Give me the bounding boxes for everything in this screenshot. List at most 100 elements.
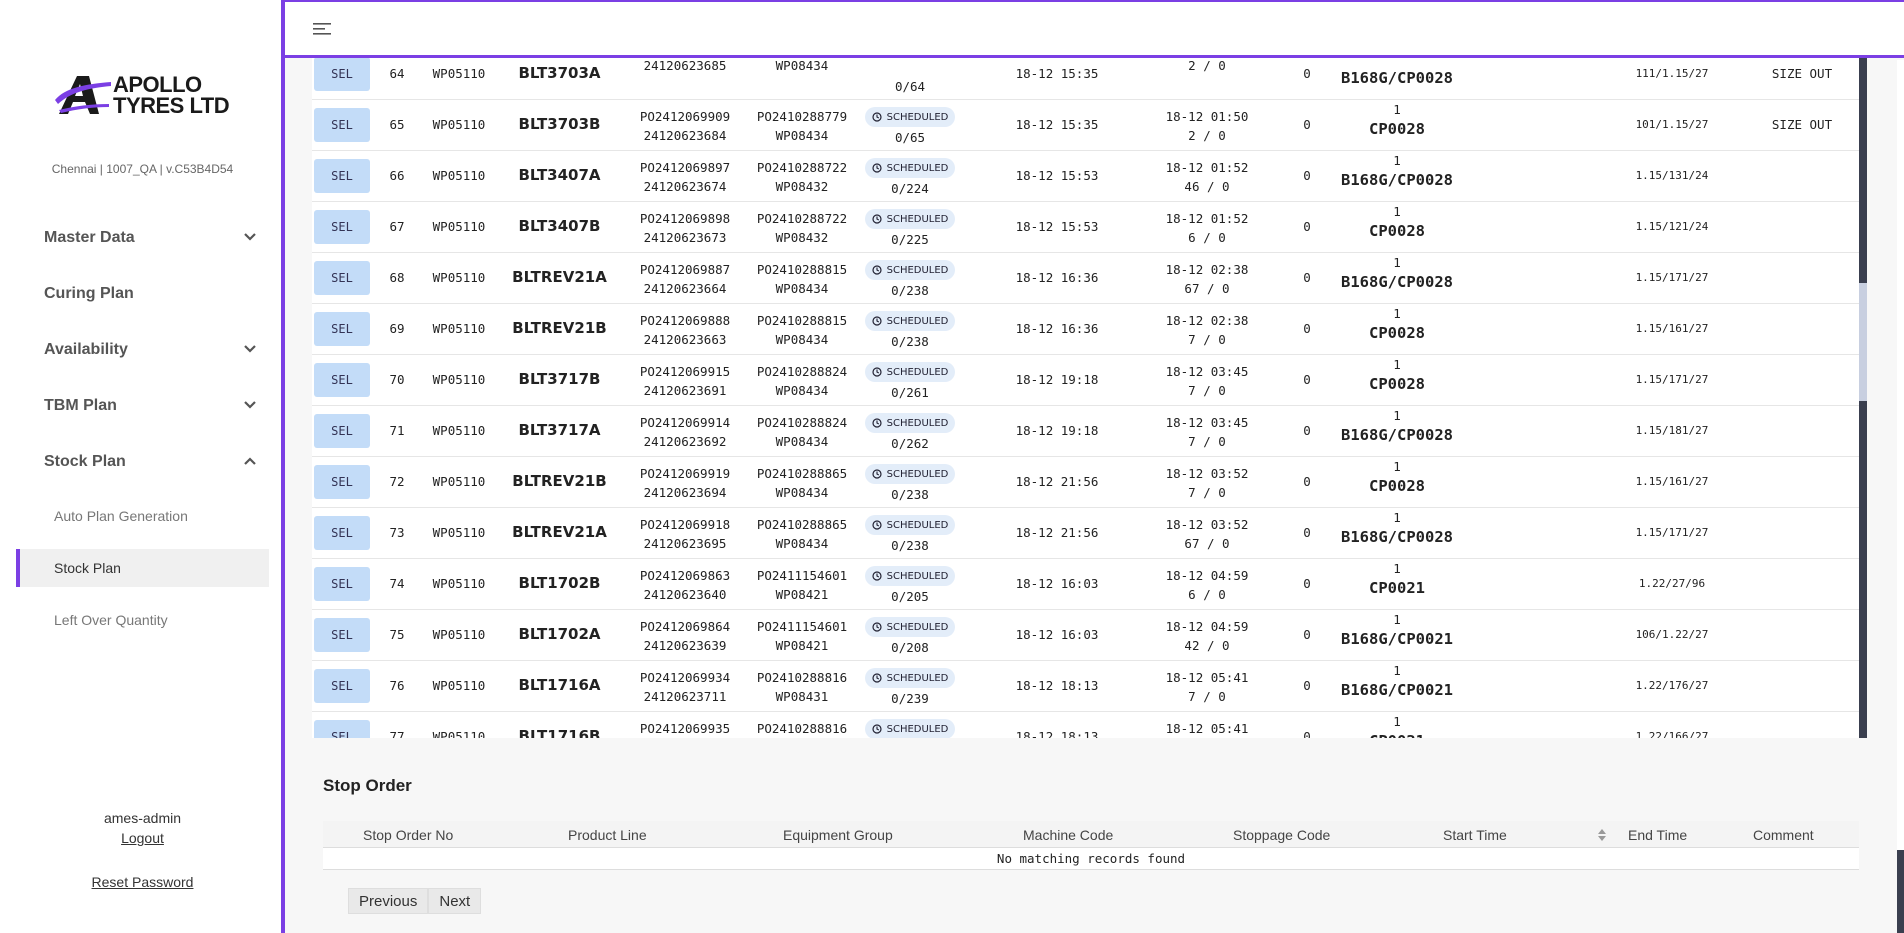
nav-availability[interactable]: Availability — [0, 322, 285, 378]
sort-icon[interactable] — [1597, 828, 1607, 842]
sidebar-nav: Master Data Curing Plan Availability TBM… — [0, 210, 285, 646]
row-no: 64 — [389, 66, 405, 81]
hamburger-menu-icon[interactable] — [313, 21, 331, 37]
table-row: SEL 72 WP05110 BLTREV21B PO2412069919 241… — [312, 457, 1859, 508]
col-stoppage-code[interactable]: Stoppage Code — [1233, 827, 1330, 843]
nav-curing-plan-label: Curing Plan — [44, 285, 134, 302]
chevron-down-icon — [244, 401, 256, 409]
sel-button[interactable]: SEL — [314, 261, 370, 295]
sel-button[interactable]: SEL — [314, 312, 370, 346]
actual-time: 18-12 05:417 / 0 — [1165, 670, 1249, 704]
status-badge: SCHEDULED — [865, 311, 955, 331]
logout-link[interactable]: Logout — [0, 830, 285, 846]
bom-code: B168G/CP0028 — [1341, 273, 1453, 291]
spec: 106/1.22/27 — [1635, 628, 1709, 641]
clock-icon — [872, 265, 882, 275]
stock-plan-table: SEL 64 WP05110 BLT3703A 24120623685 WP08… — [312, 58, 1859, 738]
plan-time: 18-12 21:56 — [1015, 525, 1099, 540]
sel-button[interactable]: SEL — [314, 58, 370, 91]
sel-button[interactable]: SEL — [314, 618, 370, 652]
status-badge: SCHEDULED — [865, 209, 955, 229]
sel-button[interactable]: SEL — [314, 414, 370, 448]
nav-tbm-plan-label: TBM Plan — [44, 397, 117, 414]
bom-code: CP0028 — [1369, 222, 1425, 240]
sel-button[interactable]: SEL — [314, 516, 370, 550]
plan-time: 18-12 18:13 — [1015, 678, 1099, 693]
zero-count: 0 — [1303, 627, 1311, 642]
sel-button[interactable]: SEL — [314, 669, 370, 703]
sel-button[interactable]: SEL — [314, 363, 370, 397]
nav-tbm-plan[interactable]: TBM Plan — [0, 378, 285, 434]
reset-password-link[interactable]: Reset Password — [0, 874, 285, 890]
count-one: 1 — [1393, 306, 1401, 321]
po-secondary: PO2410288824 WP08434 — [756, 415, 848, 449]
actual-time: 18-12 04:59 42 / 0 — [1165, 619, 1249, 653]
spec: 1.15/171/27 — [1635, 271, 1709, 284]
po-primary: PO2412069898 24120623673 — [639, 211, 731, 245]
sel-button[interactable]: SEL — [314, 210, 370, 244]
zero-count: 0 — [1303, 678, 1311, 693]
count-one: 1 — [1393, 255, 1401, 270]
clock-icon — [872, 112, 882, 122]
nav-stock-plan[interactable]: Stock Plan — [0, 434, 285, 490]
page-scrollbar-thumb[interactable] — [1897, 850, 1904, 933]
sel-button[interactable]: SEL — [314, 108, 370, 142]
spec: 1.15/161/27 — [1635, 322, 1709, 335]
col-start-time[interactable]: Start Time — [1443, 827, 1507, 843]
sel-button[interactable]: SEL — [314, 465, 370, 499]
quantity: 0/238 — [891, 334, 929, 349]
table-row: SEL 64 WP05110 BLT3703A 24120623685 WP08… — [312, 58, 1859, 100]
sub-stock-plan[interactable]: Stock Plan — [16, 549, 269, 587]
po-primary: PO2412069909 24120623684 — [639, 109, 731, 143]
nav-master-data[interactable]: Master Data — [0, 210, 285, 266]
spec: 1.22/176/27 — [1635, 679, 1709, 692]
po-secondary: PO2410288815 WP08434 — [756, 262, 848, 296]
sel-button[interactable]: SEL — [314, 720, 370, 738]
col-comment[interactable]: Comment — [1753, 827, 1814, 843]
plan-time: 18-12 19:18 — [1015, 423, 1099, 438]
actual-time: 18-12 03:45 7 / 0 — [1165, 364, 1249, 398]
next-button[interactable]: Next — [428, 888, 482, 914]
previous-button[interactable]: Previous — [348, 888, 429, 914]
sel-button[interactable]: SEL — [314, 567, 370, 601]
sub-left-over-quantity[interactable]: Left Over Quantity — [0, 594, 285, 646]
row-no: 70 — [389, 372, 405, 387]
col-equipment-group[interactable]: Equipment Group — [783, 827, 893, 843]
bom-code: B168G/CP0028 — [1341, 528, 1453, 546]
count-one: 1 — [1393, 408, 1401, 423]
row-no: 74 — [389, 576, 405, 591]
col-stop-order-no[interactable]: Stop Order No — [363, 827, 453, 843]
plan-time: 18-12 16:36 — [1015, 321, 1099, 336]
table-row: SEL 68 WP05110 BLTREV21A PO2412069887 241… — [312, 253, 1859, 304]
po-secondary: PO2411154601 WP08421 — [756, 568, 848, 602]
table-scrollbar-thumb[interactable] — [1859, 283, 1867, 401]
col-product-line[interactable]: Product Line — [568, 827, 647, 843]
actual-time: 18-12 02:38 67 / 0 — [1165, 262, 1249, 296]
actual-time: 18-12 03:52 7 / 0 — [1165, 466, 1249, 500]
plan-time: 18-12 15:35 — [1015, 66, 1099, 81]
col-end-time[interactable]: End Time — [1628, 827, 1687, 843]
table-row: SEL 66 WP05110 BLT3407A PO2412069897 2412… — [312, 151, 1859, 202]
status-badge: SCHEDULED — [865, 617, 955, 637]
spec: 1.15/131/24 — [1635, 169, 1709, 182]
count-one: 1 — [1393, 612, 1401, 627]
workplace-code: WP05110 — [432, 321, 486, 336]
sku-code: BLT1716B — [518, 727, 601, 738]
bom-code: CP0028 — [1369, 375, 1425, 393]
page-scrollbar[interactable] — [1897, 60, 1904, 933]
sku-code: BLTREV21A — [512, 268, 607, 286]
row-no: 77 — [389, 729, 405, 738]
zero-count: 0 — [1303, 321, 1311, 336]
po-primary: PO2412069864 24120623639 — [639, 619, 731, 653]
col-machine-code[interactable]: Machine Code — [1023, 827, 1113, 843]
apollo-logo-mark-icon — [55, 76, 111, 114]
quantity: 0/239 — [891, 691, 929, 706]
nav-curing-plan[interactable]: Curing Plan — [0, 266, 285, 322]
sub-auto-plan-generation[interactable]: Auto Plan Generation — [0, 490, 285, 542]
workplace-code: WP05110 — [432, 525, 486, 540]
sel-button[interactable]: SEL — [314, 159, 370, 193]
nav-availability-label: Availability — [44, 341, 128, 358]
quantity: 0/205 — [891, 589, 929, 604]
workplace-code: WP05110 — [432, 270, 486, 285]
count-one: 1 — [1393, 714, 1401, 729]
